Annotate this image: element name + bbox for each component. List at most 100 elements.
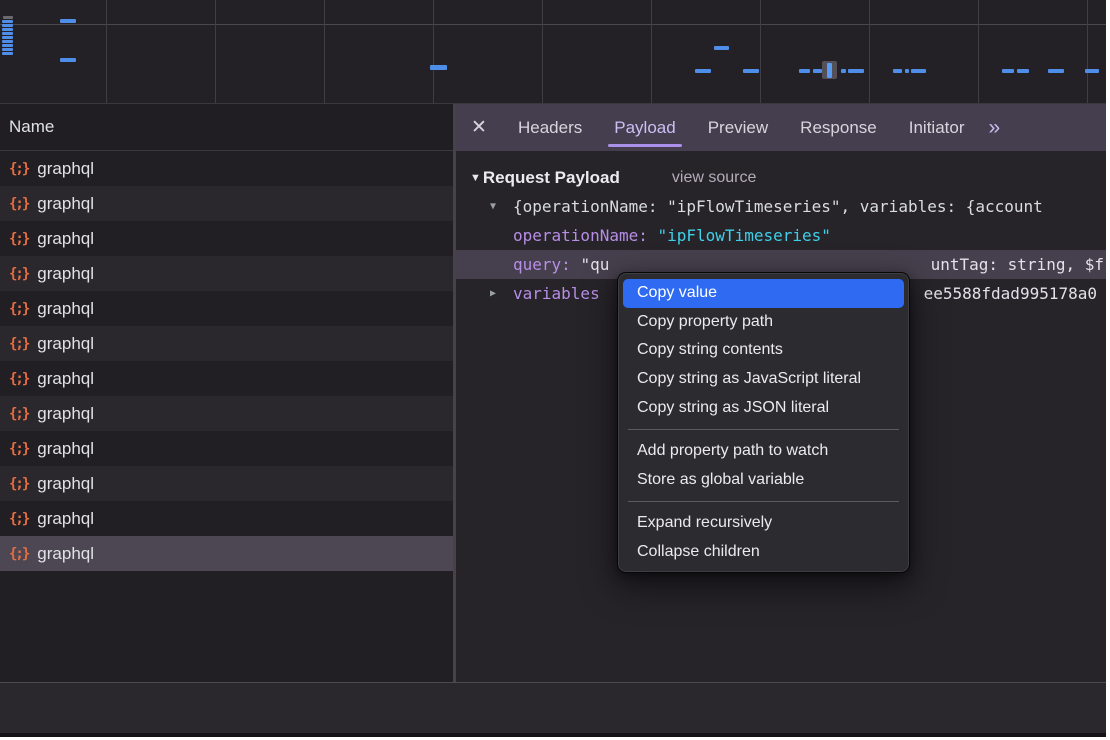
hovered-request-marker[interactable]	[822, 61, 837, 79]
json-request-icon: {;}	[9, 546, 28, 562]
json-request-icon: {;}	[9, 161, 28, 177]
menu-item-expand-recursively[interactable]: Expand recursively	[623, 509, 904, 538]
waterfall-bar[interactable]	[2, 20, 13, 23]
object-preview-text: {operationName: "ipFlowTimeseries", vari…	[513, 192, 1043, 221]
timeline-gridline	[542, 0, 543, 103]
menu-item-collapse-children[interactable]: Collapse children	[623, 538, 904, 567]
tab-response[interactable]: Response	[784, 104, 893, 151]
request-name-label: graphql	[37, 509, 94, 529]
network-request-row[interactable]: {;}graphql	[0, 536, 453, 571]
waterfall-bar[interactable]	[2, 32, 13, 35]
json-request-icon: {;}	[9, 441, 28, 457]
waterfall-bar[interactable]	[1017, 69, 1029, 73]
waterfall-bar[interactable]	[799, 69, 810, 73]
request-payload-section[interactable]: ▼ Request Payload view source	[456, 164, 1106, 192]
tab-label: Response	[800, 118, 877, 138]
tab-preview[interactable]: Preview	[692, 104, 784, 151]
waterfall-bar[interactable]	[893, 69, 902, 73]
property-value-end: untTag: string, $f	[931, 250, 1104, 279]
network-request-row[interactable]: {;}graphql	[0, 361, 453, 396]
property-key: query:	[513, 255, 580, 274]
network-request-row[interactable]: {;}graphql	[0, 431, 453, 466]
waterfall-bar[interactable]	[905, 69, 909, 73]
devtools-network-panel: Name {;}graphql{;}graphql{;}graphql{;}gr…	[0, 0, 1106, 737]
request-name-label: graphql	[37, 369, 94, 389]
network-request-row[interactable]: {;}graphql	[0, 466, 453, 501]
network-request-row[interactable]: {;}graphql	[0, 291, 453, 326]
menu-separator	[628, 501, 899, 502]
request-rows: {;}graphql{;}graphql{;}graphql{;}graphql…	[0, 151, 453, 571]
network-request-row[interactable]: {;}graphql	[0, 151, 453, 186]
view-source-link[interactable]: view source	[672, 169, 756, 187]
timeline-gridline	[106, 0, 107, 103]
waterfall-bar[interactable]	[1048, 69, 1064, 73]
collapse-triangle-icon[interactable]: ▼	[470, 172, 481, 184]
menu-item-store-as-global-variable[interactable]: Store as global variable	[623, 466, 904, 495]
waterfall-bar[interactable]	[60, 58, 76, 62]
waterfall-bar[interactable]	[3, 16, 13, 19]
waterfall-bar[interactable]	[2, 36, 13, 39]
waterfall-bar[interactable]	[911, 69, 926, 73]
waterfall-bar[interactable]	[695, 69, 711, 73]
waterfall-bar[interactable]	[848, 69, 864, 73]
waterfall-bar[interactable]	[714, 46, 729, 50]
waterfall-bar[interactable]	[1002, 69, 1014, 73]
network-request-row[interactable]: {;}graphql	[0, 221, 453, 256]
waterfall-bar[interactable]	[2, 24, 13, 27]
property-value-start: "qu	[580, 255, 609, 274]
menu-item-copy-string-contents[interactable]: Copy string contents	[623, 336, 904, 365]
operation-name-row[interactable]: operationName: "ipFlowTimeseries"	[456, 221, 1106, 250]
waterfall-bar[interactable]	[841, 69, 846, 73]
tabs: HeadersPayloadPreview Response Initiator	[502, 104, 980, 151]
json-request-icon: {;}	[9, 301, 28, 317]
waterfall-bar[interactable]	[743, 69, 759, 73]
waterfall-bar[interactable]	[813, 69, 822, 73]
timeline-gridline	[978, 0, 979, 103]
expand-triangle-icon[interactable]: ▶	[490, 279, 496, 308]
waterfall-bar[interactable]	[2, 28, 13, 31]
property-value-end: ee5588fdad995178a0	[924, 279, 1097, 308]
expand-triangle-icon[interactable]: ▼	[490, 192, 496, 221]
request-name-label: graphql	[37, 474, 94, 494]
menu-item-add-property-path-to-watch[interactable]: Add property path to watch	[623, 437, 904, 466]
network-request-row[interactable]: {;}graphql	[0, 256, 453, 291]
waterfall-bar[interactable]	[60, 19, 76, 23]
waterfall-bar[interactable]	[1085, 69, 1099, 73]
waterfall-bar[interactable]	[2, 40, 13, 43]
menu-item-copy-value[interactable]: Copy value	[623, 279, 904, 308]
json-request-icon: {;}	[9, 336, 28, 352]
name-column-header[interactable]: Name	[0, 104, 453, 151]
request-list-panel: Name {;}graphql{;}graphql{;}graphql{;}gr…	[0, 104, 453, 682]
json-request-icon: {;}	[9, 266, 28, 282]
context-menu: Copy valueCopy property pathCopy string …	[617, 272, 910, 573]
tab-payload[interactable]: Payload	[598, 104, 691, 151]
detail-tab-bar: ✕ HeadersPayloadPreview Response Initiator…	[456, 104, 1106, 151]
menu-item-copy-string-as-json-literal[interactable]: Copy string as JSON literal	[623, 393, 904, 422]
section-title: Request Payload	[483, 168, 620, 188]
waterfall-bar[interactable]	[2, 44, 13, 47]
waterfall-bar[interactable]	[2, 48, 13, 51]
tab-initiator[interactable]: Initiator	[893, 104, 981, 151]
network-request-row[interactable]: {;}graphql	[0, 501, 453, 536]
network-overview-timeline[interactable]	[0, 0, 1106, 104]
payload-root-row[interactable]: ▼ {operationName: "ipFlowTimeseries", va…	[456, 192, 1106, 221]
property-value: "ipFlowTimeseries"	[658, 226, 831, 245]
tab-headers[interactable]: Headers	[502, 104, 598, 151]
network-request-row[interactable]: {;}graphql	[0, 396, 453, 431]
close-icon[interactable]: ✕	[456, 116, 502, 139]
timeline-gridline	[869, 0, 870, 103]
status-bar	[0, 682, 1106, 733]
timeline-gridline	[433, 0, 434, 103]
tab-label: Initiator	[909, 118, 965, 138]
waterfall-bar[interactable]	[430, 65, 447, 70]
property-key: variables	[513, 279, 600, 308]
waterfall-bar[interactable]	[2, 52, 13, 55]
menu-separator	[628, 429, 899, 430]
window-bottom-edge	[0, 733, 1106, 737]
menu-item-copy-property-path[interactable]: Copy property path	[623, 308, 904, 337]
menu-item-copy-string-as-javascript-literal[interactable]: Copy string as JavaScript literal	[623, 365, 904, 394]
network-request-row[interactable]: {;}graphql	[0, 186, 453, 221]
more-tabs-icon[interactable]: »	[988, 116, 998, 140]
network-request-row[interactable]: {;}graphql	[0, 326, 453, 361]
timeline-gridline	[760, 0, 761, 103]
